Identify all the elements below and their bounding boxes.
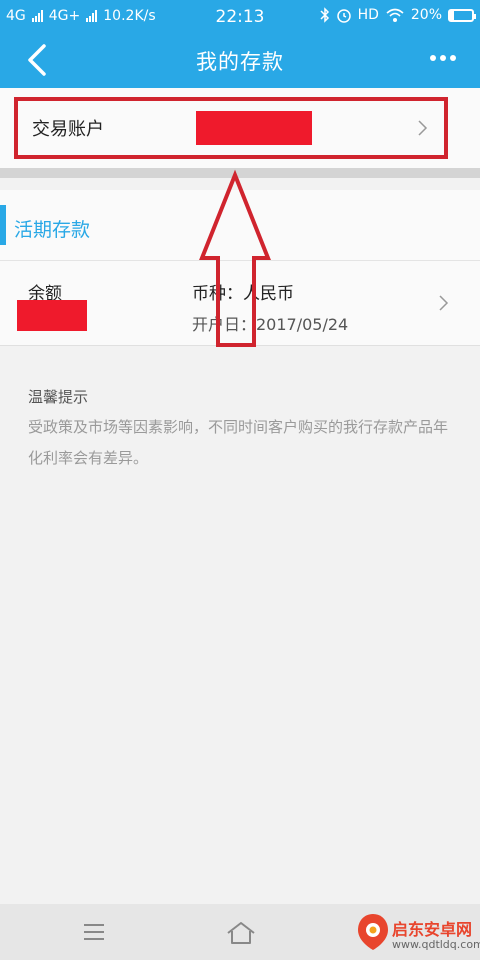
wifi-icon (386, 8, 404, 22)
app-header: 4G 4G+ 10.2K/s 22:13 HD 20% 我的存款 (0, 0, 480, 88)
section-accent-bar (0, 205, 6, 245)
home-icon[interactable] (225, 920, 257, 946)
section-title: 活期存款 (14, 219, 91, 241)
alarm-clock-icon (336, 9, 351, 23)
account-label: 交易账户 (32, 119, 104, 140)
section-divider (0, 168, 480, 178)
page-title: 我的存款 (196, 50, 284, 74)
section-gap (0, 178, 480, 190)
annotation-highlight-box: 交易账户 (14, 97, 448, 159)
chevron-right-icon (439, 295, 449, 311)
currency-text: 币种：人民币 (192, 284, 294, 304)
tips-text: 受政策及市场等因素影响，不同时间客户购买的我行存款产品年化利率会有差异。 (28, 418, 449, 467)
chevron-right-icon (418, 120, 428, 136)
bluetooth-icon (320, 7, 329, 23)
status-bar: 4G 4G+ 10.2K/s 22:13 HD 20% (0, 0, 480, 34)
redacted-account-number (196, 111, 312, 145)
battery-fill (450, 10, 455, 20)
status-right: HD 20% (320, 7, 476, 23)
battery-icon (448, 8, 476, 22)
account-row[interactable]: 交易账户 (0, 88, 480, 168)
watermark: 启东安卓网 www.qdtldq.com (346, 908, 480, 958)
nav-bar: 我的存款 (0, 34, 480, 88)
watermark-name: 启东安卓网 (392, 920, 473, 939)
section-header: 活期存款 (0, 190, 480, 261)
more-dots-icon[interactable] (428, 48, 458, 68)
open-date-text: 开户日：2017/05/24 (192, 315, 349, 334)
watermark-url: www.qdtldq.com (392, 938, 480, 951)
deposit-item[interactable]: 余额 币种：人民币 开户日：2017/05/24 (0, 261, 480, 346)
bottom-nav-bar: 启东安卓网 www.qdtldq.com (0, 904, 480, 960)
watermark-logo-icon (358, 914, 388, 950)
battery-percent: 20% (410, 7, 442, 23)
menu-icon[interactable] (82, 922, 106, 942)
hd-label: HD (357, 7, 379, 23)
tips-title: 温馨提示 (28, 388, 89, 406)
redacted-balance (17, 300, 87, 331)
